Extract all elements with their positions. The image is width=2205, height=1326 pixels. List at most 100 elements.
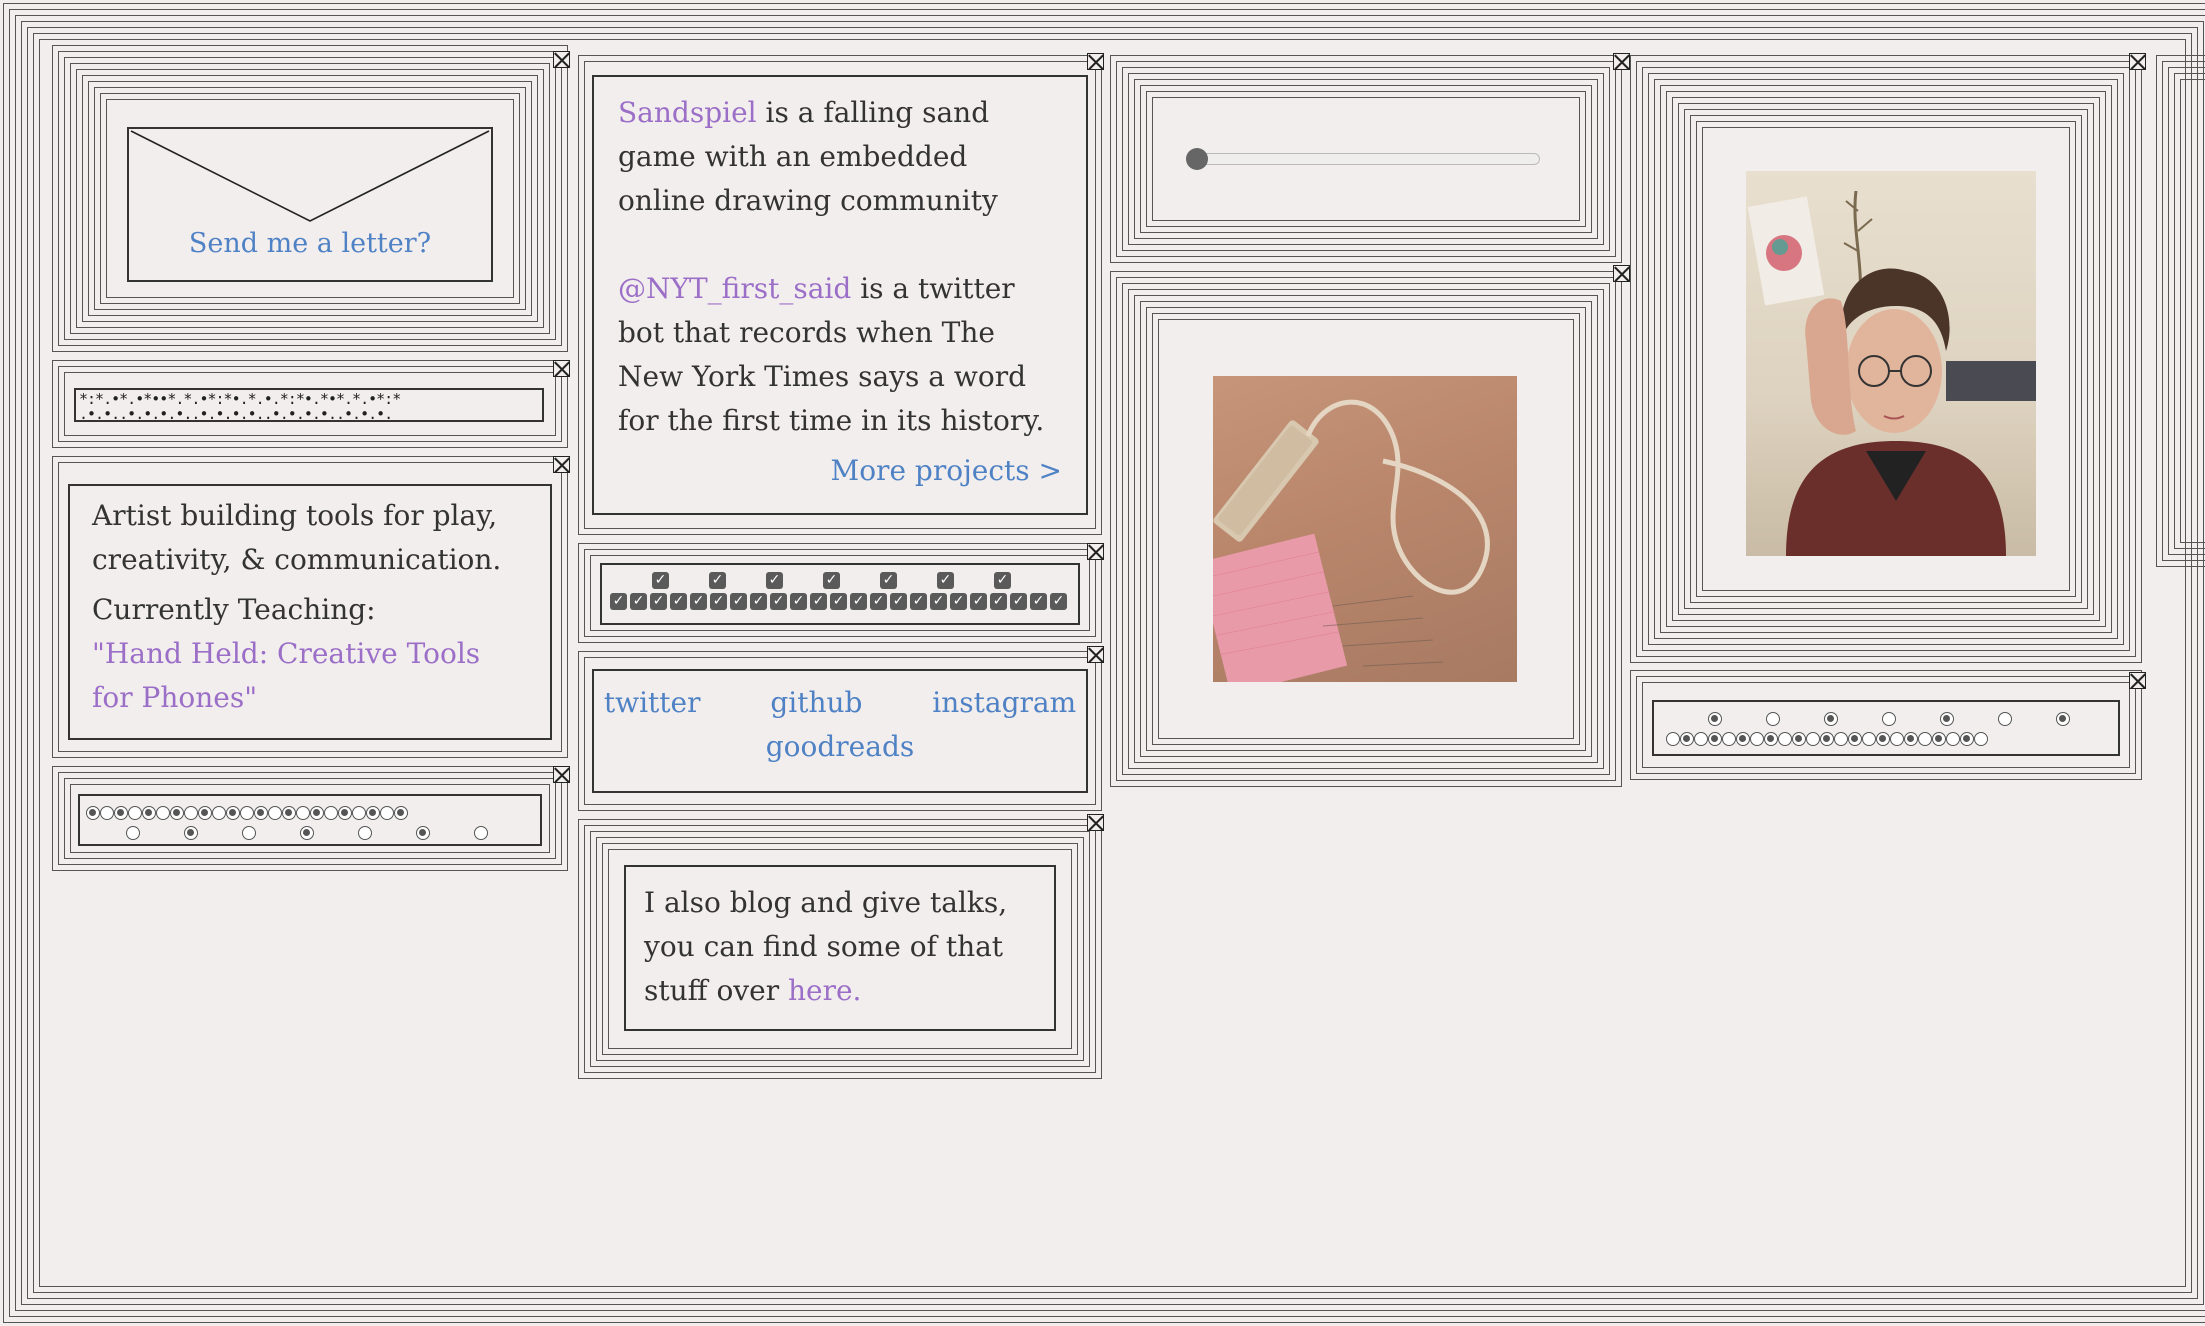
nyt-link[interactable]: @NYT_first_said: [618, 272, 851, 305]
radio-button[interactable]: [366, 805, 380, 820]
checkbox[interactable]: ✓: [850, 593, 867, 610]
radio-button[interactable]: [1904, 731, 1918, 746]
checkbox[interactable]: ✓: [790, 593, 807, 610]
checkbox[interactable]: ✓: [750, 593, 767, 610]
radio-button[interactable]: [226, 805, 240, 820]
radio-button[interactable]: [184, 805, 198, 820]
checkbox[interactable]: ✓: [730, 593, 747, 610]
send-letter-link[interactable]: Send me a letter?: [129, 224, 491, 264]
instagram-link[interactable]: instagram: [932, 686, 1076, 719]
checkbox[interactable]: ✓: [950, 593, 967, 610]
checkbox[interactable]: ✓: [990, 593, 1007, 610]
radio-button[interactable]: [1974, 731, 1988, 746]
checkbox[interactable]: ✓: [650, 593, 667, 610]
radio-button[interactable]: [282, 805, 296, 820]
close-icon[interactable]: [2129, 672, 2146, 689]
radio-button[interactable]: [1998, 711, 2012, 726]
radio-button[interactable]: [184, 825, 198, 840]
radio-button[interactable]: [100, 805, 114, 820]
radio-button[interactable]: [1750, 731, 1764, 746]
radio-button[interactable]: [1708, 731, 1722, 746]
close-icon[interactable]: [1087, 543, 1104, 560]
radio-button[interactable]: [1722, 731, 1736, 746]
goodreads-link[interactable]: goodreads: [766, 730, 915, 763]
close-icon[interactable]: [553, 360, 570, 377]
close-icon[interactable]: [553, 51, 570, 68]
radio-button[interactable]: [1862, 731, 1876, 746]
teaching-link[interactable]: "Hand Held: Creative Tools for Phones": [92, 632, 528, 720]
checkbox[interactable]: ✓: [1030, 593, 1047, 610]
radio-button[interactable]: [212, 805, 226, 820]
radio-button[interactable]: [86, 805, 100, 820]
more-projects-link[interactable]: More projects >: [831, 454, 1062, 487]
close-icon[interactable]: [553, 456, 570, 473]
slider-track[interactable]: [1188, 153, 1540, 165]
radio-button[interactable]: [2056, 711, 2070, 726]
radio-button[interactable]: [358, 825, 372, 840]
twitter-link[interactable]: twitter: [604, 686, 701, 719]
radio-button[interactable]: [1876, 731, 1890, 746]
radio-row-1[interactable]: [86, 802, 408, 821]
checkbox[interactable]: ✓: [810, 593, 827, 610]
radio-button[interactable]: [1806, 731, 1820, 746]
radio-button[interactable]: [474, 825, 488, 840]
checkbox[interactable]: ✓: [652, 572, 669, 589]
checkbox[interactable]: ✓: [970, 593, 987, 610]
radio-button[interactable]: [1666, 731, 1680, 746]
checkbox[interactable]: ✓: [1050, 593, 1067, 610]
checkbox[interactable]: ✓: [710, 593, 727, 610]
radio-button[interactable]: [198, 805, 212, 820]
radio-button[interactable]: [394, 805, 408, 820]
checkbox[interactable]: ✓: [1010, 593, 1027, 610]
sandspiel-link[interactable]: Sandspiel: [618, 96, 757, 129]
radio-button[interactable]: [1820, 731, 1834, 746]
radio-button[interactable]: [1890, 731, 1904, 746]
checkbox[interactable]: ✓: [910, 593, 927, 610]
radio-button[interactable]: [1764, 731, 1778, 746]
checkbox[interactable]: ✓: [610, 593, 627, 610]
checkbox-row-1[interactable]: ✓ ✓ ✓ ✓ ✓ ✓ ✓: [652, 570, 1051, 589]
checkbox[interactable]: ✓: [823, 572, 840, 589]
radio-button[interactable]: [114, 805, 128, 820]
close-icon[interactable]: [1087, 53, 1104, 70]
radio-button[interactable]: [300, 825, 314, 840]
checkbox[interactable]: ✓: [766, 572, 783, 589]
github-link[interactable]: github: [770, 686, 862, 719]
radio-button[interactable]: [1694, 731, 1708, 746]
checkbox-row-2[interactable]: ✓ ✓ ✓ ✓ ✓ ✓ ✓ ✓ ✓ ✓ ✓ ✓ ✓ ✓ ✓ ✓ ✓ ✓ ✓ ✓ ✓ ✓ ✓: [610, 591, 1070, 610]
radio-button[interactable]: [240, 805, 254, 820]
close-icon[interactable]: [2129, 53, 2146, 70]
radio-button[interactable]: [310, 805, 324, 820]
radio-button[interactable]: [1960, 731, 1974, 746]
checkbox[interactable]: ✓: [690, 593, 707, 610]
envelope[interactable]: Send me a letter?: [127, 127, 493, 282]
checkbox[interactable]: ✓: [770, 593, 787, 610]
radio-button[interactable]: [242, 825, 256, 840]
radio-button[interactable]: [1848, 731, 1862, 746]
radio-button[interactable]: [1792, 731, 1806, 746]
radio-button[interactable]: [324, 805, 338, 820]
radio-button[interactable]: [1708, 711, 1722, 726]
radio-button[interactable]: [128, 805, 142, 820]
radio-button[interactable]: [268, 805, 282, 820]
radio-button[interactable]: [416, 825, 430, 840]
radio-button[interactable]: [1824, 711, 1838, 726]
checkbox[interactable]: ✓: [937, 572, 954, 589]
close-icon[interactable]: [553, 766, 570, 783]
radio-button[interactable]: [1778, 731, 1792, 746]
checkbox[interactable]: ✓: [890, 593, 907, 610]
radio-button[interactable]: [380, 805, 394, 820]
radio-button[interactable]: [1882, 711, 1896, 726]
radio-button[interactable]: [1680, 731, 1694, 746]
checkbox[interactable]: ✓: [709, 572, 726, 589]
radio-button[interactable]: [1736, 731, 1750, 746]
radio-button[interactable]: [1940, 711, 1954, 726]
radio-button[interactable]: [338, 805, 352, 820]
radio-button[interactable]: [1918, 731, 1932, 746]
radio-button[interactable]: [142, 805, 156, 820]
close-icon[interactable]: [1613, 53, 1630, 70]
radio-button[interactable]: [170, 805, 184, 820]
radio-button[interactable]: [1932, 731, 1946, 746]
radio-row-4[interactable]: [1666, 728, 1988, 747]
radio-button[interactable]: [254, 805, 268, 820]
